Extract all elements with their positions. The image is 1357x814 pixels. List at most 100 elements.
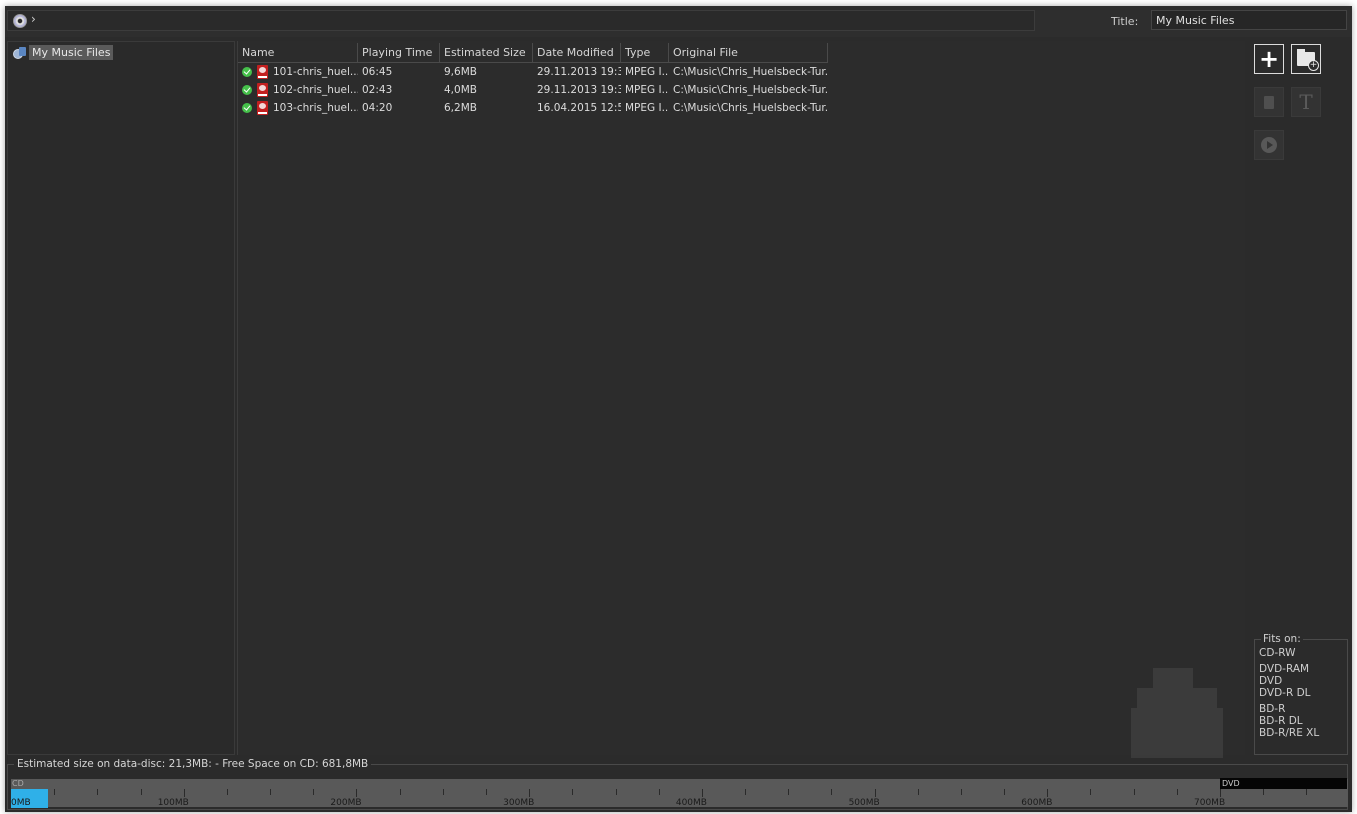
add-folder-button[interactable]	[1291, 44, 1321, 74]
fits-on-panel: Fits on: CD-RW DVD-RAM DVD DVD-R DL BD-R…	[1254, 633, 1348, 755]
file-name: 101-chris_huel...	[273, 66, 358, 78]
scale-label: 600MB	[1021, 798, 1053, 808]
rename-text-icon: T	[1299, 90, 1313, 114]
add-files-button[interactable]: +	[1254, 44, 1284, 74]
scale-tick	[485, 789, 487, 795]
scale-label: 200MB	[330, 798, 362, 808]
file-list: Name Playing Time Estimated Size Date Mo…	[237, 41, 1245, 755]
scale-tick	[745, 789, 747, 795]
fits-on-item: DVD-RAM	[1259, 663, 1310, 675]
scale-tick	[356, 789, 358, 797]
column-header-date-modified[interactable]: Date Modified	[533, 43, 621, 63]
scale-tick	[917, 789, 919, 795]
scale-tick	[1176, 789, 1178, 795]
scale-tick	[140, 789, 142, 795]
scale-tick	[183, 789, 185, 797]
scale-tick	[960, 789, 962, 795]
title-label: Title:	[1111, 15, 1139, 28]
play-button[interactable]	[1254, 130, 1284, 160]
scale-tick	[226, 789, 228, 795]
fits-on-list: CD-RW DVD-RAM DVD DVD-R DL BD-R BD-R DL …	[1259, 647, 1319, 739]
file-name: 102-chris_huel...	[273, 84, 358, 96]
scale-label: 0MB	[11, 798, 31, 808]
scale-tick	[831, 789, 833, 795]
scale-label: 500MB	[848, 798, 880, 808]
fits-on-item: DVD-R DL	[1259, 687, 1311, 699]
scale-tick	[442, 789, 444, 795]
file-rows: 101-chris_huel... 06:45 9,6MB 29.11.2013…	[238, 63, 828, 117]
rename-button[interactable]: T	[1291, 87, 1321, 117]
table-row[interactable]: 101-chris_huel... 06:45 9,6MB 29.11.2013…	[238, 63, 828, 81]
fits-on-item: BD-R/RE XL	[1259, 727, 1320, 739]
cell-playing-time: 02:43	[362, 84, 393, 96]
title-input[interactable]	[1151, 10, 1347, 30]
scale-tick	[1263, 789, 1265, 795]
check-icon	[242, 67, 252, 77]
folder-tree: My Music Files	[7, 41, 235, 755]
scale-tick	[572, 789, 574, 795]
scale-tick	[788, 789, 790, 795]
watermark-logo	[1131, 668, 1223, 758]
cell-size: 4,0MB	[444, 84, 477, 96]
mp3-file-icon	[257, 83, 268, 97]
check-icon	[242, 85, 252, 95]
fits-on-legend: Fits on:	[1261, 633, 1303, 645]
cell-size: 6,2MB	[444, 102, 477, 114]
scale-tick	[1306, 789, 1308, 795]
capacity-panel: Estimated size on data-disc: 21,3MB: - F…	[7, 758, 1348, 810]
cell-name: 103-chris_huel...	[238, 101, 358, 115]
scale-tick	[701, 789, 703, 797]
table-row[interactable]: 102-chris_huel... 02:43 4,0MB 29.11.2013…	[238, 81, 828, 99]
mp3-file-icon	[257, 65, 268, 79]
cell-size: 9,6MB	[444, 66, 477, 78]
cell-original-file: C:\Music\Chris_Huelsbeck-Tur...	[673, 66, 828, 78]
cell-playing-time: 06:45	[362, 66, 393, 78]
column-header-playing-time[interactable]: Playing Time	[358, 43, 440, 63]
cell-playing-time: 04:20	[362, 102, 393, 114]
cell-type: MPEG I...	[625, 66, 669, 78]
fits-on-item: BD-R DL	[1259, 715, 1303, 727]
top-bar: › Title:	[5, 6, 1352, 37]
column-header-name[interactable]: Name	[238, 43, 358, 63]
cd-marker-label: CD	[12, 779, 24, 788]
scale-tick	[874, 789, 876, 797]
trash-icon	[1264, 95, 1274, 109]
cell-type: MPEG I...	[625, 84, 669, 96]
scale-tick	[54, 789, 56, 795]
cell-date: 16.04.2015 12:54	[537, 102, 621, 114]
scale-tick	[529, 789, 531, 797]
mp3-file-icon	[257, 101, 268, 115]
cell-name: 102-chris_huel...	[238, 83, 358, 97]
dvd-marker-label: DVD	[1222, 779, 1240, 788]
play-icon	[1261, 137, 1277, 153]
delete-button[interactable]	[1254, 87, 1284, 117]
fits-on-item: BD-R	[1259, 703, 1286, 715]
breadcrumb-separator[interactable]: ›	[31, 12, 36, 26]
column-header-original-file[interactable]: Original File	[669, 43, 828, 63]
file-name: 103-chris_huel...	[273, 102, 358, 114]
scale-tick	[1133, 789, 1135, 795]
check-icon	[242, 103, 252, 113]
plus-icon: +	[1258, 45, 1280, 73]
tree-item-label: My Music Files	[29, 45, 114, 60]
column-header-estimated-size[interactable]: Estimated Size	[440, 43, 533, 63]
cell-original-file: C:\Music\Chris_Huelsbeck-Tur...	[673, 84, 828, 96]
cell-date: 29.11.2013 19:30	[537, 84, 621, 96]
cell-type: MPEG I...	[625, 102, 669, 114]
cell-date: 29.11.2013 19:30	[537, 66, 621, 78]
disc-icon	[13, 14, 27, 28]
breadcrumb[interactable]: ›	[7, 10, 1035, 31]
scale-tick	[615, 789, 617, 795]
scale-tick	[658, 789, 660, 795]
scale-label: 700MB	[1194, 798, 1226, 808]
fits-on-item: CD-RW	[1259, 647, 1296, 659]
fits-on-item: DVD	[1259, 675, 1283, 687]
column-header-type[interactable]: Type	[621, 43, 669, 63]
scale-label: 300MB	[503, 798, 535, 808]
scale-tick	[1047, 789, 1049, 797]
table-row[interactable]: 103-chris_huel... 04:20 6,2MB 16.04.2015…	[238, 99, 828, 117]
scale-tick	[270, 789, 272, 795]
scale-label: 100MB	[157, 798, 189, 808]
scale-tick	[1004, 789, 1006, 795]
tree-item-root[interactable]: My Music Files	[13, 45, 114, 60]
